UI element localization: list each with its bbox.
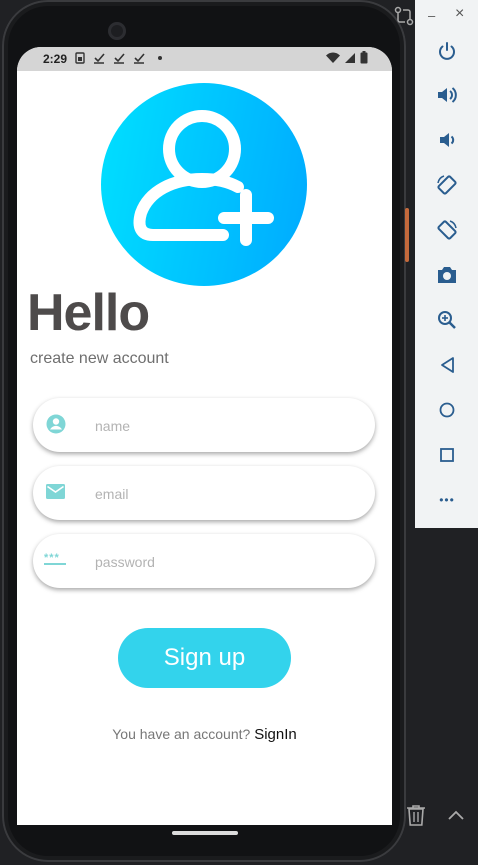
- overview-icon[interactable]: [430, 438, 464, 472]
- home-icon[interactable]: [430, 393, 464, 427]
- signin-link[interactable]: SignIn: [254, 726, 297, 743]
- add-user-icon: [133, 110, 274, 246]
- screenshot-icon[interactable]: [430, 258, 464, 292]
- front-camera: [108, 22, 126, 40]
- dot-icon: [157, 50, 163, 67]
- gesture-nav-handle[interactable]: [172, 831, 238, 835]
- name-field[interactable]: [33, 398, 375, 454]
- password-field[interactable]: ***: [33, 534, 375, 590]
- rotate-left-icon[interactable]: [430, 168, 464, 202]
- sim-icon: [75, 52, 85, 67]
- password-icon: ***: [44, 553, 66, 565]
- download-done-icon: [113, 52, 125, 67]
- back-icon[interactable]: [430, 348, 464, 382]
- chevron-up-icon[interactable]: [446, 808, 466, 822]
- side-button: [405, 208, 409, 262]
- minimize-icon[interactable]: –: [428, 8, 435, 23]
- email-icon: [45, 481, 67, 503]
- close-icon[interactable]: ×: [455, 5, 464, 23]
- status-bar: 2:29: [17, 47, 392, 71]
- app-screen: 2:29 Hello create new account name email…: [17, 47, 392, 825]
- wifi-icon: [326, 52, 340, 63]
- download-done-icon: [133, 52, 145, 67]
- zoom-icon[interactable]: [430, 303, 464, 337]
- system-icons: [326, 51, 368, 64]
- rotate-right-icon[interactable]: [430, 213, 464, 247]
- volume-up-icon[interactable]: [430, 78, 464, 112]
- person-icon: [45, 413, 67, 435]
- password-input[interactable]: [93, 534, 367, 590]
- power-icon[interactable]: [430, 34, 464, 68]
- email-input[interactable]: [93, 466, 367, 522]
- trash-icon[interactable]: [405, 803, 427, 827]
- name-input[interactable]: [93, 398, 367, 454]
- status-time: 2:29: [43, 52, 68, 66]
- download-done-icon: [93, 52, 105, 67]
- signal-icon: [345, 52, 355, 63]
- battery-icon: [360, 51, 368, 64]
- signin-prompt: You have an account?: [112, 726, 251, 742]
- email-field[interactable]: [33, 466, 375, 522]
- page-subtitle: create new account: [30, 350, 169, 367]
- more-icon[interactable]: •••: [430, 483, 464, 517]
- emulator-toolbar: – × •••: [415, 0, 478, 528]
- volume-down-icon[interactable]: [430, 123, 464, 157]
- avatar: [101, 83, 307, 286]
- signup-button[interactable]: Sign up: [118, 628, 291, 688]
- signin-row: You have an account? SignIn: [17, 726, 392, 743]
- page-title: Hello: [27, 284, 150, 342]
